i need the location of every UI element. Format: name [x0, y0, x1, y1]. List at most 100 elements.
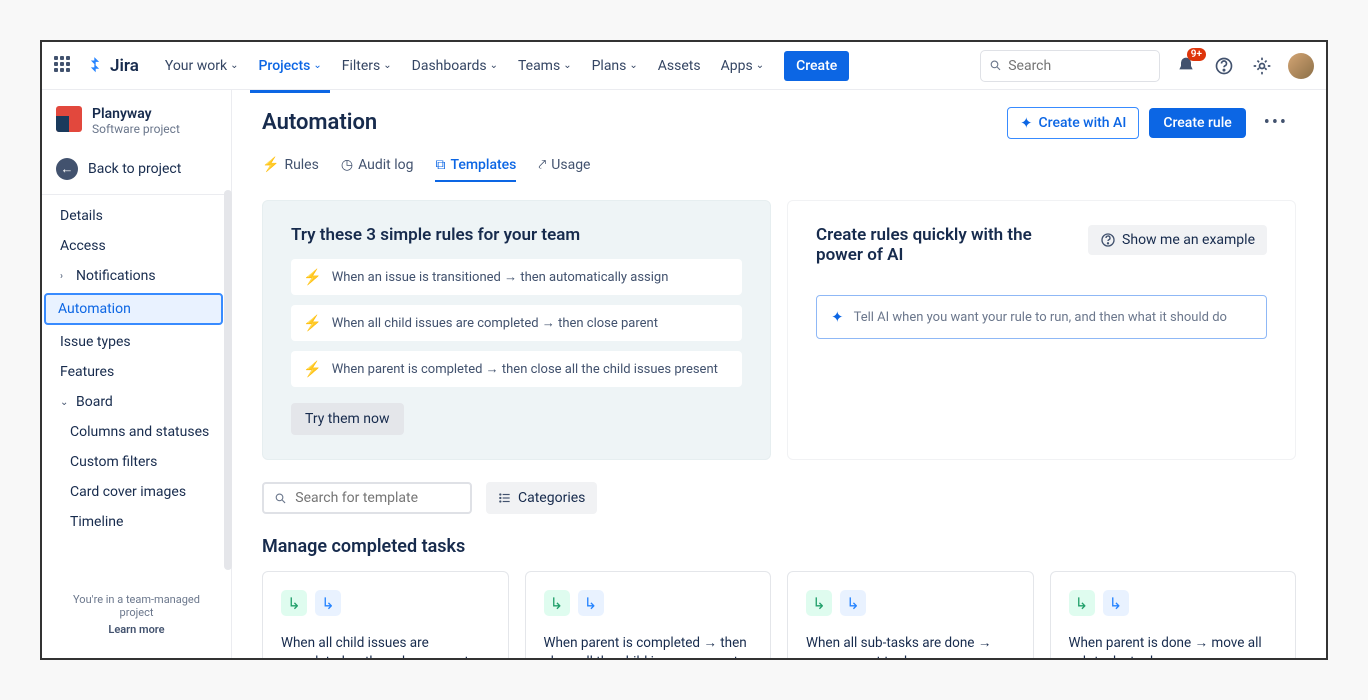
suggested-rule[interactable]: ⚡ When parent is completed → then close a…	[291, 351, 742, 387]
project-type: Software project	[92, 122, 180, 136]
template-search[interactable]	[262, 482, 472, 514]
content-tabs: ⚡ Rules ◷Audit log ⧉Templates ⤤ Usage	[262, 157, 1296, 182]
settings-icon[interactable]	[1250, 54, 1274, 78]
nav-item-your-work[interactable]: Your work⌄	[157, 52, 247, 80]
footer-text: You're in a team-managed project	[73, 593, 200, 619]
trigger-icon: ↳	[544, 590, 570, 616]
sidebar-item-details[interactable]: Details	[42, 201, 231, 231]
chevron-down-icon: ⌄	[490, 60, 498, 71]
rule-text: When parent is completed → then close al…	[332, 361, 718, 377]
template-card[interactable]: ↳↳When all child issues are completed → …	[262, 571, 509, 658]
template-card[interactable]: ↳↳When all sub-tasks are done → move par…	[787, 571, 1034, 658]
categories-label: Categories	[518, 490, 585, 506]
sidebar-item-access[interactable]: Access	[42, 231, 231, 261]
back-label: Back to project	[88, 161, 181, 177]
create-ai-label: Create with AI	[1039, 115, 1127, 131]
template-cards: ↳↳When all child issues are completed → …	[262, 571, 1296, 658]
nav-item-projects[interactable]: Projects⌄	[250, 52, 329, 80]
card-text: When parent is completed → then close al…	[544, 634, 753, 658]
sidebar-item-card-cover-images[interactable]: Card cover images	[42, 477, 231, 507]
sidebar-list: Details Access ›Notifications Automation Iss…	[42, 201, 231, 537]
tab-label: Rules	[284, 157, 318, 173]
tab-templates[interactable]: ⧉Templates	[435, 157, 516, 181]
template-card[interactable]: ↳↳When parent is done → move all sub-tas…	[1050, 571, 1297, 658]
nav-item-plans[interactable]: Plans⌄	[584, 52, 646, 80]
sidebar-item-label: Access	[60, 238, 106, 254]
sidebar-item-automation[interactable]: Automation	[44, 293, 223, 325]
project-header[interactable]: Planyway Software project	[42, 102, 231, 148]
sidebar-item-label: Columns and statuses	[70, 424, 209, 440]
create-with-ai-button[interactable]: ✦ Create with AI	[1007, 107, 1139, 139]
suggested-rule[interactable]: ⚡When an issue is transitioned → then au…	[291, 259, 742, 295]
chevron-down-icon: ⌄	[230, 60, 238, 71]
trigger-icon: ↳	[1069, 590, 1095, 616]
chevron-down-icon: ⌄	[383, 60, 391, 71]
rule-text: When all child issues are completed → th…	[332, 315, 658, 331]
suggested-rule[interactable]: ⚡When all child issues are completed → t…	[291, 305, 742, 341]
nav-item-assets[interactable]: Assets	[650, 52, 709, 80]
bolt-icon: ⚡	[303, 360, 322, 378]
main-content: Automation ✦ Create with AI Create rule …	[232, 90, 1326, 658]
ai-prompt-input[interactable]: ✦ Tell AI when you want your rule to run…	[816, 295, 1267, 339]
nav-item-label: Your work	[165, 58, 227, 74]
sidebar-item-issue-types[interactable]: Issue types	[42, 327, 231, 357]
jira-logo-icon	[84, 55, 106, 77]
sidebar-scrollbar[interactable]	[224, 190, 232, 570]
tab-audit-log[interactable]: ◷Audit log	[341, 157, 414, 181]
trigger-icon: ↳	[281, 590, 307, 616]
action-icon: ↳	[578, 590, 604, 616]
help-icon[interactable]	[1212, 54, 1236, 78]
global-search-input[interactable]	[1008, 58, 1151, 74]
sidebar-item-columns-and-statuses[interactable]: Columns and statuses	[42, 417, 231, 447]
page-header: Automation ✦ Create with AI Create rule …	[262, 106, 1296, 139]
user-avatar[interactable]	[1288, 53, 1314, 79]
sparkle-icon: ✦	[1020, 114, 1033, 132]
try-them-now-button[interactable]: Try them now	[291, 403, 404, 435]
project-icon	[56, 106, 82, 132]
card-icons: ↳↳	[1069, 590, 1278, 616]
sidebar-item-custom-filters[interactable]: Custom filters	[42, 447, 231, 477]
sidebar-item-features[interactable]: Features	[42, 357, 231, 387]
tab-label: Templates	[450, 157, 516, 173]
create-button[interactable]: Create	[784, 51, 849, 81]
global-search[interactable]	[980, 50, 1160, 82]
action-icon: ↳	[315, 590, 341, 616]
notification-badge: 9+	[1187, 48, 1206, 61]
notifications-icon[interactable]: 9+	[1174, 54, 1198, 78]
sidebar-item-label: Automation	[58, 301, 131, 317]
tab-icon: ◷	[341, 157, 353, 173]
tab-icon: ⚡	[262, 157, 279, 173]
template-card[interactable]: ↳ ↳ When parent is completed → then close …	[525, 571, 772, 658]
app-switcher-icon[interactable]	[54, 56, 74, 76]
nav-item-dashboards[interactable]: Dashboards⌄	[404, 52, 506, 80]
nav-item-apps[interactable]: Apps⌄	[713, 52, 772, 80]
jira-logo[interactable]: Jira	[84, 55, 139, 77]
sparkle-icon: ✦	[831, 308, 844, 326]
card-text: When parent is done → move all sub-tasks…	[1069, 634, 1278, 658]
tab-label: Usage	[551, 157, 590, 173]
show-example-button[interactable]: Show me an example	[1088, 225, 1267, 255]
sidebar-item-notifications[interactable]: ›Notifications	[42, 261, 231, 291]
learn-more-link[interactable]: Learn more	[56, 623, 217, 636]
back-to-project[interactable]: ← Back to project	[42, 148, 231, 190]
more-actions-button[interactable]: •••	[1256, 106, 1296, 139]
create-rule-button[interactable]: Create rule	[1149, 108, 1245, 138]
tab-usage[interactable]: ⤤ Usage	[538, 157, 590, 181]
nav-items: Your work⌄Projects⌄Filters⌄Dashboards⌄Te…	[157, 52, 772, 80]
brand-name: Jira	[110, 56, 139, 76]
action-icon: ↳	[1103, 590, 1129, 616]
sidebar-item-timeline[interactable]: Timeline	[42, 507, 231, 537]
sidebar-item-label: Timeline	[70, 514, 123, 530]
ai-panel-title: Create rules quickly with the power of A…	[816, 225, 1036, 265]
page-title: Automation	[262, 110, 377, 135]
template-search-input[interactable]	[295, 490, 460, 506]
chevron-down-icon: ⌄	[629, 60, 637, 71]
tab-icon: ⤤	[538, 157, 546, 173]
nav-item-teams[interactable]: Teams⌄	[510, 52, 580, 80]
sidebar-item-board[interactable]: ⌄Board	[42, 387, 231, 417]
card-icons: ↳↳	[806, 590, 1015, 616]
nav-item-filters[interactable]: Filters⌄	[334, 52, 400, 80]
tab-rules[interactable]: ⚡ Rules	[262, 157, 319, 181]
categories-button[interactable]: Categories	[486, 482, 597, 514]
nav-item-label: Filters	[342, 58, 381, 74]
